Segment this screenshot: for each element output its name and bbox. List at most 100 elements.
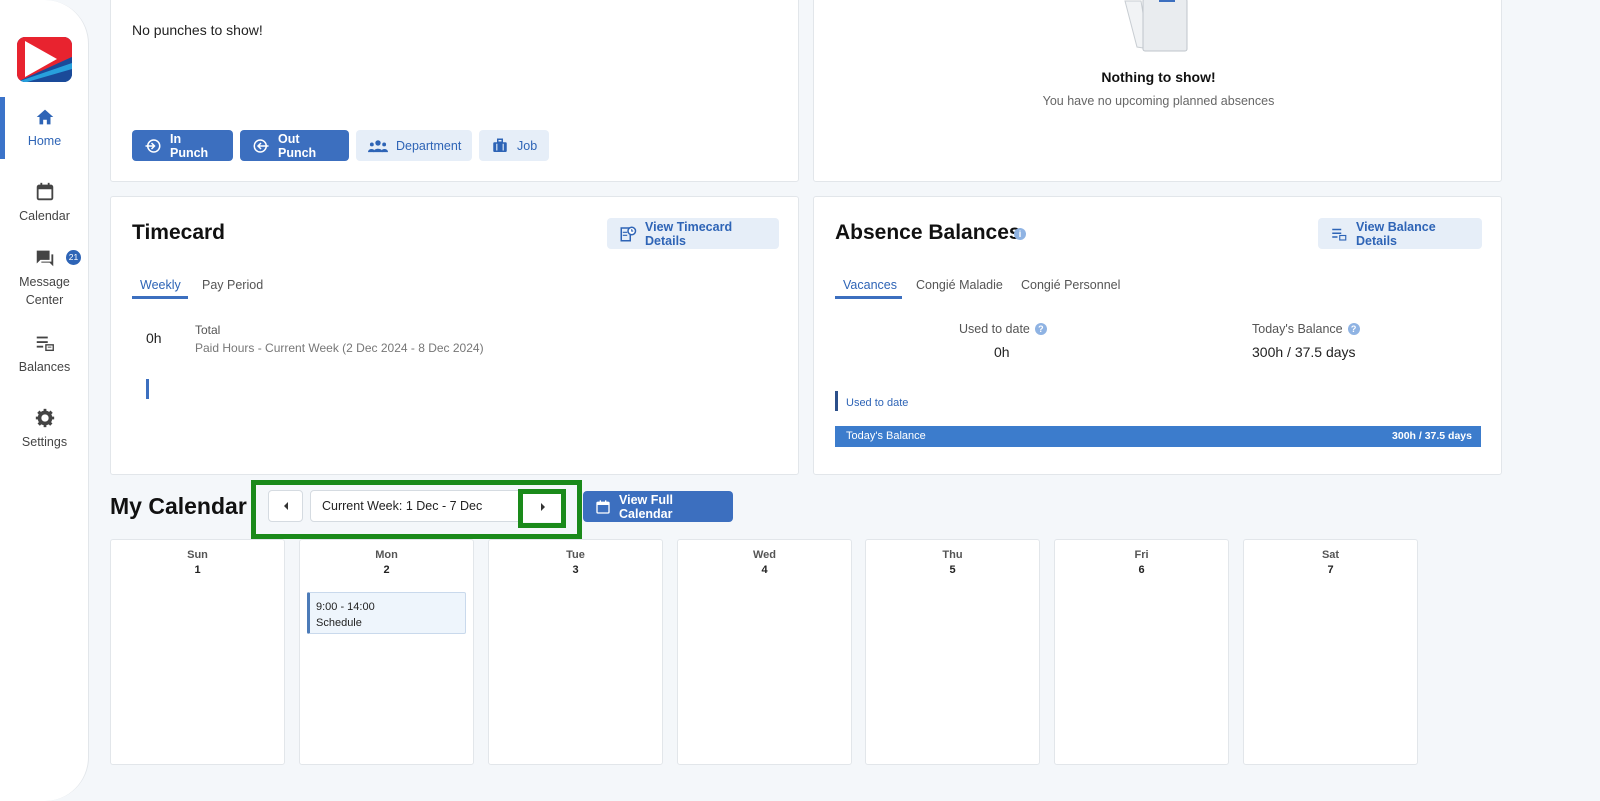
sidebar-item-label: Calendar (19, 209, 70, 223)
view-full-calendar-button[interactable]: View Full Calendar (583, 491, 733, 522)
view-timecard-details-button[interactable]: View Timecard Details (607, 218, 779, 249)
punch-card: No punches to show! In Punch Out Punch D… (110, 0, 799, 182)
my-calendar-title: My Calendar (110, 493, 247, 519)
day-date: 6 (1138, 564, 1145, 576)
todays-balance-bar-label: Today's Balance (846, 430, 926, 442)
timecard-paid-hours-label: Paid Hours - Current Week (2 Dec 2024 - … (195, 341, 484, 355)
todays-balance-label: Today's Balance (1252, 322, 1343, 336)
day-name: Sun (187, 549, 208, 561)
gear-icon (35, 408, 54, 428)
sidebar-item-home[interactable]: Home (0, 106, 89, 150)
schedule-label: Schedule (316, 617, 362, 629)
help-icon[interactable]: ? (1034, 323, 1047, 335)
day-name: Sat (1321, 549, 1340, 561)
tab-conge-personnel[interactable]: Congié Personnel (1021, 278, 1120, 292)
todays-balance-header: Today's Balance ? (1252, 322, 1360, 336)
sidebar: Home Calendar Message Center 21 Balances… (0, 0, 89, 801)
balances-icon (1332, 228, 1347, 241)
todays-balance-bar-track: Today's Balance 300h / 37.5 days (835, 426, 1481, 447)
calendar-day-sun[interactable]: Sun 1 (110, 539, 285, 765)
tab-pay-period[interactable]: Pay Period (202, 278, 263, 292)
next-week-highlight (518, 489, 566, 528)
timecard-total-label: Total (195, 323, 221, 337)
timecard-title: Timecard (132, 221, 225, 244)
day-name: Wed (752, 549, 777, 561)
logout-icon (253, 138, 269, 153)
empty-state-subtitle: You have no upcoming planned absences (1042, 94, 1275, 108)
day-date: 3 (572, 564, 579, 576)
timecard-hours-bar (146, 379, 149, 399)
calendar-icon (596, 499, 610, 514)
in-punch-label: In Punch (170, 131, 209, 160)
calendar-day-fri[interactable]: Fri 6 (1054, 539, 1229, 765)
tab-active-underline (835, 296, 902, 299)
day-name: Fri (1134, 549, 1149, 561)
planned-absences-card: Nothing to show! You have no upcoming pl… (813, 0, 1502, 182)
tab-active-underline (132, 296, 188, 299)
used-to-date-label: Used to date (959, 322, 1030, 336)
sidebar-item-label: Message Center (19, 275, 70, 307)
view-timecard-details-label: View Timecard Details (645, 219, 733, 248)
job-label: Job (517, 138, 538, 153)
calendar-day-wed[interactable]: Wed 4 (677, 539, 852, 765)
empty-document-icon (1124, 0, 1188, 52)
app-logo (17, 37, 72, 82)
no-punches-text: No punches to show! (132, 22, 263, 38)
message-icon (36, 250, 53, 267)
timecard-hours: 0h (146, 330, 162, 346)
used-to-date-value: 0h (994, 344, 1010, 360)
sidebar-item-settings[interactable]: Settings (0, 407, 89, 451)
absence-balances-card: Absence Balances i View Balance Details … (813, 196, 1502, 475)
day-name: Mon (375, 549, 398, 561)
day-date: 7 (1327, 564, 1334, 576)
sidebar-item-label: Settings (21, 435, 68, 449)
day-date: 2 (383, 564, 390, 576)
day-date: 4 (761, 564, 768, 576)
schedule-time: 9:00 - 14:00 (316, 601, 375, 613)
tab-weekly[interactable]: Weekly (140, 278, 181, 292)
department-label: Department (396, 138, 462, 153)
calendar-day-tue[interactable]: Tue 3 (488, 539, 663, 765)
timecard-clock-icon (620, 226, 637, 241)
view-full-calendar-label: View Full Calendar (619, 492, 673, 521)
view-balance-details-label: View Balance Details (1356, 219, 1436, 248)
view-balance-details-button[interactable]: View Balance Details (1318, 218, 1482, 249)
balances-icon (36, 336, 54, 352)
home-icon (36, 109, 53, 125)
empty-state-title: Nothing to show! (1101, 69, 1216, 85)
timecard-card: Timecard View Timecard Details Weekly Pa… (110, 196, 799, 475)
sidebar-item-label: Balances (18, 360, 71, 374)
day-name: Thu (942, 549, 963, 561)
tab-vacances[interactable]: Vacances (843, 278, 897, 292)
sidebar-item-label: Home (27, 134, 62, 148)
job-button[interactable]: Job (479, 130, 549, 161)
sidebar-item-calendar[interactable]: Calendar (0, 181, 89, 225)
calendar-day-thu[interactable]: Thu 5 (865, 539, 1040, 765)
used-to-date-header: Used to date ? (959, 322, 1047, 336)
department-button[interactable]: Department (356, 130, 472, 161)
people-icon (368, 139, 388, 152)
tab-conge-maladie[interactable]: Congié Maladie (916, 278, 1003, 292)
briefcase-icon (493, 138, 507, 152)
used-to-date-bar (835, 391, 838, 411)
day-date: 1 (194, 564, 201, 576)
message-count-badge: 21 (66, 250, 81, 265)
calendar-icon (36, 182, 53, 201)
todays-balance-bar-fill (835, 426, 1481, 447)
info-icon[interactable]: i (1014, 228, 1026, 240)
out-punch-button[interactable]: Out Punch (240, 130, 349, 161)
help-icon[interactable]: ? (1347, 323, 1360, 335)
todays-balance-bar-value: 300h / 37.5 days (1392, 430, 1472, 442)
calendar-day-mon[interactable]: Mon 2 9:00 - 14:00 Schedule (299, 539, 474, 765)
absence-balances-title: Absence Balances (835, 221, 1021, 244)
used-to-date-bar-label: Used to date (846, 397, 909, 409)
out-punch-label: Out Punch (278, 131, 317, 160)
sidebar-item-balances[interactable]: Balances (0, 332, 89, 376)
day-name: Tue (566, 549, 585, 561)
todays-balance-value: 300h / 37.5 days (1252, 344, 1356, 360)
in-punch-button[interactable]: In Punch (132, 130, 233, 161)
schedule-event[interactable]: 9:00 - 14:00 Schedule (307, 592, 466, 634)
calendar-day-sat[interactable]: Sat 7 (1243, 539, 1418, 765)
day-date: 5 (949, 564, 956, 576)
login-icon (145, 138, 161, 153)
